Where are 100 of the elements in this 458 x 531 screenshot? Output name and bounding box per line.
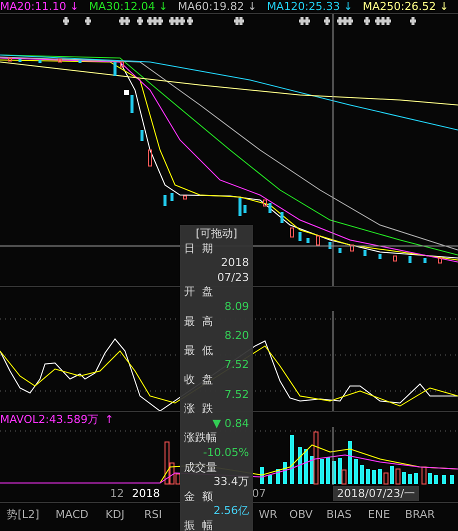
tooltip-value: 7.52: [224, 388, 249, 402]
event-marker-icon: [85, 17, 91, 25]
volume-bar: [434, 475, 438, 484]
volume-bar: [402, 472, 406, 484]
candlestick: [148, 150, 152, 166]
indicator-tab[interactable]: ENE: [362, 508, 396, 520]
crosshair-line: [332, 427, 334, 485]
tooltip-value: 8.09: [224, 300, 249, 315]
volume-bar: [366, 469, 370, 484]
candlestick: [8, 58, 12, 62]
volume-bar: [276, 469, 280, 484]
volume-bar: [260, 467, 264, 484]
tooltip-label: 最 高: [184, 314, 214, 330]
tooltip-value: 8.20: [224, 329, 249, 344]
tooltip-value: -10.05%: [202, 446, 249, 460]
tooltip-value: 2018: [220, 256, 249, 271]
candlestick: [183, 196, 187, 200]
moving-average-label: MA120:25.33 ↓: [266, 0, 353, 13]
tooltip-value: ▼ 0.84: [212, 416, 249, 432]
tooltip-value: 2.56亿: [212, 504, 249, 519]
event-marker-icon: [324, 17, 330, 25]
axis-label: 12: [110, 487, 124, 500]
volume-bar: [320, 459, 324, 484]
volume-bar: [332, 461, 336, 484]
crosshair-date-label: 2018/07/23/一: [333, 486, 420, 501]
candlestick: [130, 95, 134, 113]
indicator-tab[interactable]: BRAR: [400, 508, 440, 520]
volume-average-label: MAVOL2:43.589万: [0, 412, 99, 427]
volume-bar: [428, 473, 432, 484]
candlestick: [170, 193, 174, 201]
volume-bar: [268, 475, 272, 484]
axis-label: 07: [252, 487, 266, 500]
volume-bar: [450, 475, 454, 484]
indicator-tab[interactable]: MACD: [52, 508, 92, 520]
candlestick: [424, 258, 426, 263]
tooltip-label: 金 额: [184, 490, 214, 504]
volume-bar: [326, 457, 330, 484]
candlestick: [18, 59, 22, 62]
tooltip-label: 最 低: [184, 344, 214, 358]
data-tooltip[interactable]: [可拖动] 日 期 2018 07/23 开 盘 8.09 最 高 8.20 最 低 7.52 收 盘 7.52 涨 跌 ▼ 0.84 涨跌幅 -10.05% 成交量 33.4万 金 额 2.56亿 振 幅: [180, 225, 253, 531]
indicator-tab[interactable]: RSI: [138, 508, 168, 520]
candlestick: [140, 130, 144, 141]
volume-bar: [360, 465, 364, 484]
volume-bar: [422, 466, 426, 484]
tooltip-label: 成交量: [184, 460, 218, 476]
indicator-tab[interactable]: WR: [256, 508, 280, 520]
event-marker-icon: [63, 17, 69, 25]
candlestick: [338, 248, 342, 253]
volume-bar: [384, 472, 388, 484]
indicator-tab[interactable]: KDJ: [98, 508, 132, 520]
tooltip-value: 33.4万: [212, 475, 249, 490]
tooltip-value: 07/23: [216, 270, 249, 286]
candlestick: [120, 62, 124, 68]
volume-bar: [298, 447, 302, 484]
candlestick: [244, 205, 246, 213]
tooltip-title: [可拖动]: [194, 227, 238, 242]
volume-bar: [378, 469, 382, 484]
candlestick: [280, 212, 284, 223]
event-marker-icon: [364, 17, 370, 25]
volume-bar: [290, 435, 294, 484]
candlestick: [364, 250, 366, 256]
candlestick: [393, 256, 397, 262]
indicator-tab[interactable]: BIAS: [322, 508, 356, 520]
tooltip-label: 开 盘: [184, 285, 214, 300]
candlestick: [350, 244, 354, 252]
event-marker-icon: [410, 17, 416, 25]
volume-bar: [372, 470, 376, 484]
volume-bar: [442, 475, 446, 484]
event-marker-icon: [187, 17, 193, 25]
indicator-tab[interactable]: 势[L2]: [0, 506, 46, 522]
tooltip-label: 涨 跌: [184, 402, 214, 417]
marker-icon: [124, 90, 129, 95]
candlestick: [378, 254, 382, 259]
volume-bar: [348, 441, 352, 484]
volume-bar: [304, 449, 308, 484]
volume-bar: [414, 473, 418, 484]
candlestick: [114, 62, 116, 76]
volume-bar: [354, 459, 358, 484]
tooltip-label: 涨跌幅: [184, 431, 218, 446]
volume-bar: [408, 474, 412, 484]
moving-average-label: MA30:12.04 ↓: [88, 0, 168, 13]
tooltip-label: 日 期: [184, 242, 214, 256]
volume-bar: [396, 468, 400, 484]
volume-bar: [390, 466, 394, 484]
candlestick: [438, 258, 442, 264]
volume-bar: [283, 462, 287, 484]
candlestick: [58, 58, 62, 62]
event-marker-icon: [137, 17, 143, 25]
tooltip-label: 振 幅: [184, 518, 214, 531]
candlestick: [164, 195, 166, 206]
axis-label: 2018: [132, 487, 160, 500]
tooltip-value: 7.52: [224, 358, 249, 373]
volume-arrow: ↑: [104, 412, 114, 427]
indicator-tab[interactable]: OBV: [284, 508, 318, 520]
candlestick: [78, 60, 82, 63]
tooltip-label: 收 盘: [184, 372, 214, 388]
candlestick: [238, 198, 242, 216]
moving-average-label: MA250:26.52 ↓: [362, 0, 449, 13]
moving-average-label: MA60:19.82 ↓: [178, 0, 257, 13]
candlestick: [408, 256, 412, 263]
